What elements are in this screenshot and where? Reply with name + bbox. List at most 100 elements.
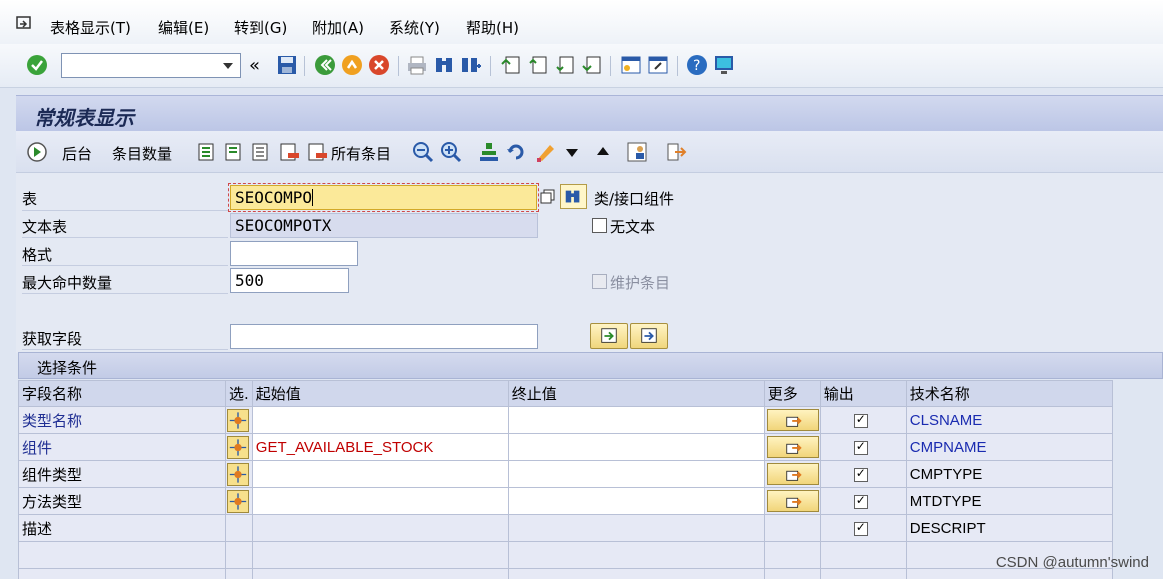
double-chevron-left-icon[interactable]: «	[249, 55, 271, 77]
menu-extras[interactable]: 附加(A)	[312, 17, 364, 38]
copy-icon[interactable]	[540, 189, 556, 205]
max-hits-input[interactable]: 500	[230, 268, 349, 293]
highlight-icon[interactable]	[534, 141, 556, 163]
no-text-checkbox[interactable]	[592, 218, 607, 233]
find-icon[interactable]	[433, 54, 455, 76]
column-header-output: 输出	[819, 380, 907, 407]
refresh-icon[interactable]	[505, 141, 527, 163]
to-value-input[interactable]	[507, 433, 765, 461]
menu-help[interactable]: 帮助(H)	[466, 17, 519, 38]
column-header-to-value: 终止值	[507, 380, 765, 407]
previous-page-icon[interactable]	[527, 54, 549, 76]
triangle-down-icon[interactable]	[561, 141, 578, 163]
get-fields-label: 获取字段	[22, 330, 83, 348]
new-session-icon[interactable]	[620, 54, 642, 76]
execute-icon[interactable]	[26, 141, 48, 163]
get-fields-input[interactable]	[230, 324, 538, 349]
triangle-up-icon[interactable]	[592, 141, 609, 163]
from-value-input[interactable]	[251, 460, 509, 488]
find-next-icon[interactable]	[460, 54, 482, 76]
text-table-value: SEOCOMPOTX	[235, 216, 332, 235]
background-button[interactable]: 后台	[62, 143, 92, 164]
multiple-selection-button[interactable]	[766, 436, 819, 458]
multiple-selection-button[interactable]	[766, 490, 819, 512]
menu-system[interactable]: 系统(Y)	[389, 17, 440, 38]
number-of-entries-button[interactable]: 条目数量	[112, 143, 172, 164]
table-input[interactable]: SEOCOMPO	[228, 183, 539, 212]
get-fields-button-2[interactable]	[630, 323, 668, 349]
field-name-cell: 方法类型	[18, 487, 226, 515]
system-menu-icon[interactable]	[16, 16, 36, 32]
last-page-icon[interactable]	[581, 54, 603, 76]
column-header-option: 选.	[225, 380, 253, 407]
menu-goto[interactable]: 转到(G)	[234, 17, 287, 38]
selection-option-icon	[229, 492, 247, 510]
watermark: CSDN @autumn'swind	[995, 554, 1149, 571]
print-icon[interactable]	[406, 54, 428, 76]
column-header-more: 更多	[763, 380, 821, 407]
export-icon[interactable]	[665, 141, 687, 163]
delete-row-icon[interactable]	[278, 141, 300, 163]
table-row	[18, 568, 1113, 579]
page-title: 常规表显示	[34, 106, 134, 130]
back-icon[interactable]	[314, 54, 336, 76]
zoom-in-icon[interactable]	[440, 141, 462, 163]
layout-menu-icon[interactable]	[713, 54, 735, 76]
command-field[interactable]	[61, 53, 241, 78]
save-icon[interactable]	[276, 54, 298, 76]
first-page-icon[interactable]	[500, 54, 522, 76]
export-fields-icon	[641, 328, 657, 343]
menu-edit[interactable]: 编辑(E)	[158, 17, 209, 38]
from-value-input[interactable]: GET_AVAILABLE_STOCK	[251, 433, 509, 461]
from-value-input[interactable]	[251, 487, 509, 515]
selection-criteria-table: 字段名称 选. 起始值 终止值 更多 输出 技术名称 类型名称 CLSNAME …	[18, 380, 1113, 579]
table-row: 组件 GET_AVAILABLE_STOCK CMPNAME	[18, 433, 1113, 461]
help-icon[interactable]: ?	[686, 54, 708, 76]
table-label: 表	[22, 190, 38, 208]
class-component-search-button[interactable]	[560, 184, 587, 209]
to-value-input[interactable]	[507, 487, 765, 515]
field-name-cell: 类型名称	[18, 406, 226, 434]
deselect-all-icon[interactable]	[223, 141, 245, 163]
chevron-down-icon[interactable]	[223, 63, 233, 69]
selection-option-button[interactable]	[227, 435, 249, 459]
format-input[interactable]	[230, 241, 358, 266]
all-entries-icon[interactable]	[306, 141, 328, 163]
output-checkbox[interactable]	[853, 439, 868, 455]
table-row	[18, 541, 1113, 569]
exit-icon[interactable]	[341, 54, 363, 76]
table-row: 类型名称 CLSNAME	[18, 406, 1113, 434]
output-checkbox[interactable]	[853, 520, 868, 536]
multiple-selection-button[interactable]	[766, 463, 819, 485]
select-block-icon[interactable]	[250, 141, 272, 163]
title-bar: 常规表显示	[16, 95, 1163, 131]
multiple-selection-icon	[786, 443, 802, 454]
table-header-row: 字段名称 选. 起始值 终止值 更多 输出 技术名称	[18, 380, 1113, 407]
output-checkbox[interactable]	[853, 466, 868, 482]
cancel-icon[interactable]	[368, 54, 390, 76]
selection-option-button[interactable]	[227, 408, 249, 432]
field-name-cell: 组件类型	[18, 460, 226, 488]
to-value-input[interactable]	[507, 406, 765, 434]
sort-icon[interactable]	[478, 141, 500, 163]
shortcut-icon[interactable]	[647, 54, 669, 76]
to-value-input[interactable]	[507, 460, 765, 488]
menu-table-display[interactable]: 表格显示(T)	[50, 17, 131, 38]
next-page-icon[interactable]	[554, 54, 576, 76]
select-all-icon[interactable]	[196, 141, 218, 163]
selection-option-button[interactable]	[227, 489, 249, 513]
column-header-field-name: 字段名称	[18, 380, 226, 407]
class-component-label: 类/接口组件	[594, 190, 675, 208]
selection-form: 表 SEOCOMPO 类/接口组件 文本表 SEOCOMPOTX 无文本 格式 …	[16, 173, 1163, 353]
output-checkbox[interactable]	[853, 412, 868, 428]
selection-option-button[interactable]	[227, 462, 249, 486]
enter-icon[interactable]	[26, 54, 48, 76]
user-settings-icon[interactable]	[626, 141, 648, 163]
text-table-label: 文本表	[22, 218, 68, 236]
from-value-input[interactable]	[251, 406, 509, 434]
get-fields-button-1[interactable]	[590, 323, 628, 349]
all-entries-button[interactable]: 所有条目	[331, 143, 391, 164]
zoom-out-icon[interactable]	[412, 141, 434, 163]
output-checkbox[interactable]	[853, 493, 868, 509]
multiple-selection-button[interactable]	[766, 409, 819, 431]
